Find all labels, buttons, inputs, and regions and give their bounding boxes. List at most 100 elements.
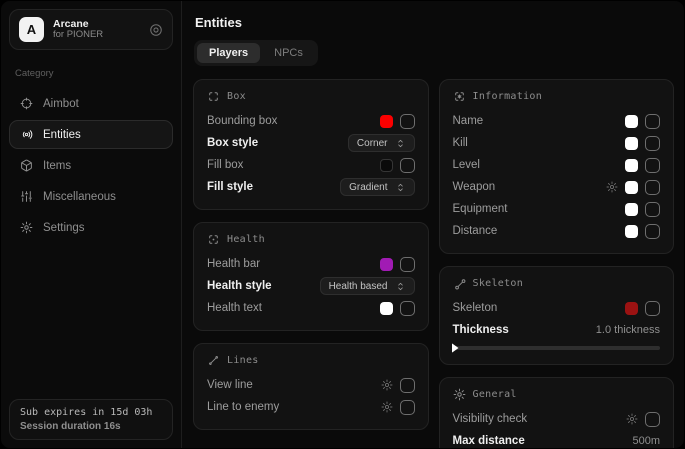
- sidebar-item-aimbot[interactable]: Aimbot: [9, 89, 173, 118]
- lines-card: Lines View line Line to enemy: [193, 343, 429, 430]
- category-label: Category: [15, 68, 167, 79]
- row-controls: [380, 301, 415, 316]
- name-checkbox[interactable]: [645, 114, 660, 129]
- cards-column-right: Information Name Kill Level Weapon Equip…: [439, 79, 675, 449]
- skeleton-checkbox[interactable]: [645, 301, 660, 316]
- row-controls: [380, 114, 415, 129]
- disc-icon[interactable]: [149, 23, 163, 37]
- general-card: General Visibility check Max distance 50…: [439, 377, 675, 449]
- equipment-color-swatch[interactable]: [625, 203, 638, 216]
- health-style-dropdown[interactable]: Health based: [320, 277, 415, 295]
- skeleton-card: Skeleton Skeleton Thickness 1.0 thicknes…: [439, 266, 675, 365]
- name-color-swatch[interactable]: [625, 115, 638, 128]
- sidebar-item-items[interactable]: Items: [9, 151, 173, 180]
- fill-box-color-swatch[interactable]: [380, 159, 393, 172]
- fill-box-checkbox[interactable]: [400, 158, 415, 173]
- dropdown-value: Gradient: [349, 182, 387, 193]
- level-checkbox[interactable]: [645, 158, 660, 173]
- name-row: Name: [453, 110, 661, 132]
- fill-style-dropdown[interactable]: Gradient: [340, 178, 414, 196]
- weapon-checkbox[interactable]: [645, 180, 660, 195]
- sidebar-item-label: Items: [43, 160, 71, 172]
- distance-checkbox[interactable]: [645, 224, 660, 239]
- gear-icon[interactable]: [381, 401, 393, 413]
- main-panel: Entities PlayersNPCs Box Bounding box Bo…: [182, 1, 684, 448]
- level-color-swatch[interactable]: [625, 159, 638, 172]
- row-controls: [625, 224, 660, 239]
- radar-icon: [20, 128, 33, 141]
- visibility-check-label: Visibility check: [453, 413, 627, 425]
- weapon-row: Weapon: [453, 176, 661, 198]
- app-window: A Arcane for PIONER Category AimbotEntit…: [0, 0, 685, 449]
- kill-color-swatch[interactable]: [625, 137, 638, 150]
- sliders-icon: [20, 190, 33, 203]
- equipment-row: Equipment: [453, 198, 661, 220]
- skeleton-color-swatch[interactable]: [625, 302, 638, 315]
- brand-subtitle: for PIONER: [53, 30, 140, 41]
- tab-players[interactable]: Players: [197, 43, 260, 63]
- weapon-color-swatch[interactable]: [625, 181, 638, 194]
- sub-expiry-text: Sub expires in 15d 03h: [20, 407, 162, 418]
- view-line-label: View line: [207, 379, 381, 391]
- distance-label: Distance: [453, 225, 626, 237]
- sidebar-item-settings[interactable]: Settings: [9, 213, 173, 242]
- bone-icon: [453, 277, 466, 290]
- card-header: General: [453, 388, 661, 401]
- sidebar-item-miscellaneous[interactable]: Miscellaneous: [9, 182, 173, 211]
- view-line-row: View line: [207, 374, 415, 396]
- bounding-box-row: Bounding box: [207, 110, 415, 132]
- brand-logo: A: [19, 17, 44, 42]
- page-title: Entities: [195, 15, 674, 30]
- gear-icon[interactable]: [381, 379, 393, 391]
- line-to-enemy-label: Line to enemy: [207, 401, 381, 413]
- gear-icon[interactable]: [606, 181, 618, 193]
- card-header: Health: [207, 233, 415, 246]
- card-title: Information: [473, 91, 543, 102]
- line-to-enemy-checkbox[interactable]: [400, 400, 415, 415]
- card-title: Lines: [227, 355, 259, 366]
- health-bar-checkbox[interactable]: [400, 257, 415, 272]
- box-style-dropdown[interactable]: Corner: [348, 134, 415, 152]
- gear-icon[interactable]: [626, 413, 638, 425]
- slider-thumb[interactable]: [452, 343, 459, 353]
- visibility-check-checkbox[interactable]: [645, 412, 660, 427]
- tab-npcs[interactable]: NPCs: [262, 43, 315, 63]
- information-card: Information Name Kill Level Weapon Equip…: [439, 79, 675, 254]
- health-bar-row: Health bar: [207, 253, 415, 275]
- subscription-info-card: Sub expires in 15d 03h Session duration …: [9, 399, 173, 440]
- row-controls: [626, 412, 660, 427]
- kill-checkbox[interactable]: [645, 136, 660, 151]
- thickness-label: Thickness: [453, 324, 596, 336]
- thickness-slider[interactable]: [453, 346, 661, 350]
- package-icon: [20, 159, 33, 172]
- row-controls: [625, 202, 660, 217]
- health-bar-color-swatch[interactable]: [380, 258, 393, 271]
- line-to-enemy-row: Line to enemy: [207, 396, 415, 418]
- crosshair-icon: [20, 97, 33, 110]
- bounding-box-color-swatch[interactable]: [380, 115, 393, 128]
- card-header: Box: [207, 90, 415, 103]
- row-controls: [625, 301, 660, 316]
- distance-color-swatch[interactable]: [625, 225, 638, 238]
- frame-dot-icon: [207, 233, 220, 246]
- level-label: Level: [453, 159, 626, 171]
- brand-card: A Arcane for PIONER: [9, 9, 173, 50]
- health-text-label: Health text: [207, 302, 380, 314]
- box-style-label: Box style: [207, 137, 348, 149]
- cards-grid: Box Bounding box Box style Corner Fill b…: [193, 79, 674, 449]
- equipment-checkbox[interactable]: [645, 202, 660, 217]
- row-controls: [380, 257, 415, 272]
- bounding-box-checkbox[interactable]: [400, 114, 415, 129]
- health-text-checkbox[interactable]: [400, 301, 415, 316]
- row-controls: [625, 114, 660, 129]
- fill-style-row: Fill style Gradient: [207, 176, 415, 198]
- chevron-up-down-icon: [395, 182, 406, 193]
- row-controls: [380, 158, 415, 173]
- skeleton-row: Skeleton: [453, 297, 661, 319]
- sidebar-item-entities[interactable]: Entities: [9, 120, 173, 149]
- view-line-checkbox[interactable]: [400, 378, 415, 393]
- thickness-value: 1.0 thickness: [596, 324, 660, 336]
- health-text-color-swatch[interactable]: [380, 302, 393, 315]
- dropdown-value: Corner: [357, 138, 388, 149]
- row-controls: [625, 158, 660, 173]
